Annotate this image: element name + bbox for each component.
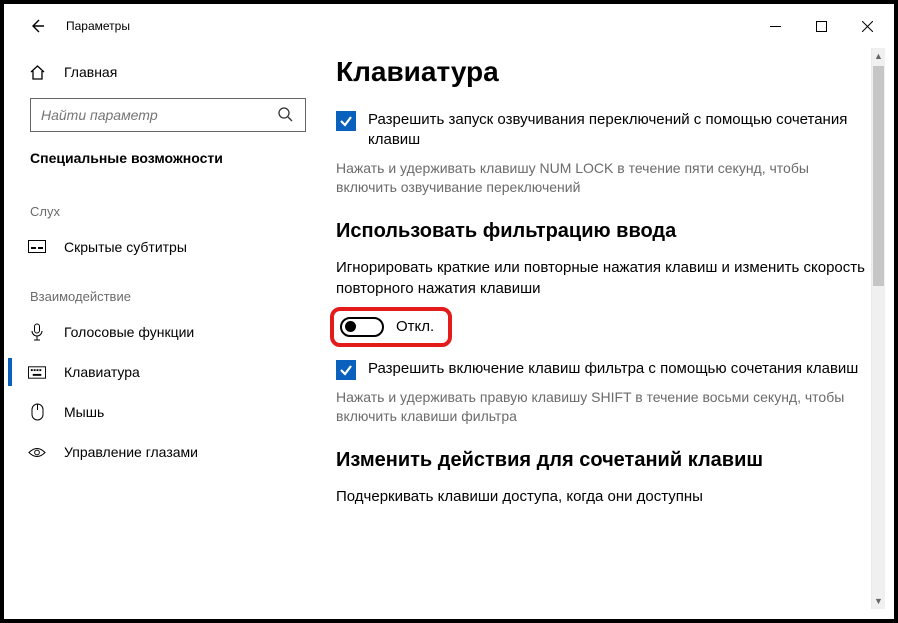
sidebar-item-label: Клавиатура (64, 364, 140, 380)
page-title: Клавиатура (336, 56, 872, 88)
checkbox-checked-icon (336, 360, 356, 380)
checkbox-checked-icon (336, 111, 356, 131)
maximize-button[interactable] (798, 10, 844, 42)
content-area: Клавиатура Разрешить запуск озвучивания … (328, 44, 890, 615)
window-title: Параметры (66, 19, 130, 33)
eye-icon (28, 443, 46, 461)
sidebar-item-eye[interactable]: Управление глазами (8, 432, 328, 472)
arrow-left-icon (28, 17, 46, 35)
sidebar-item-captions[interactable]: Скрытые субтитры (8, 227, 328, 267)
section-filter-title: Использовать фильтрацию ввода (336, 220, 872, 243)
checkbox-label: Разрешить запуск озвучивания переключени… (368, 110, 872, 151)
shortcuts-text: Подчеркивать клавиши доступа, когда они … (336, 486, 872, 507)
mouse-icon (28, 403, 46, 421)
checkbox-description: Нажать и удерживать клавишу NUM LOCK в т… (336, 159, 872, 198)
checkbox-description: Нажать и удерживать правую клавишу SHIFT… (336, 388, 872, 427)
sidebar-item-label: Скрытые субтитры (64, 239, 187, 255)
checkbox-label: Разрешить включение клавиш фильтра с пом… (368, 359, 858, 379)
section-shortcuts-title: Изменить действия для сочетаний клавиш (336, 449, 872, 472)
search-input[interactable] (41, 107, 277, 123)
sidebar-item-label: Мышь (64, 404, 104, 420)
sidebar-home[interactable]: Главная (8, 52, 328, 92)
filter-description: Игнорировать краткие или повторные нажат… (336, 257, 872, 299)
search-box[interactable] (30, 98, 306, 132)
toggle-knob (345, 321, 356, 332)
sidebar-item-label: Управление глазами (64, 444, 198, 460)
sidebar-item-mouse[interactable]: Мышь (8, 392, 328, 432)
sidebar-category: Специальные возможности (8, 150, 328, 166)
sidebar-item-keyboard[interactable]: Клавиатура (8, 352, 328, 392)
scroll-down-arrow[interactable]: ▼ (872, 593, 885, 609)
sidebar-item-label: Голосовые функции (64, 324, 194, 340)
home-icon (28, 63, 46, 81)
toggle-state-label: Откл. (396, 318, 434, 335)
close-button[interactable] (844, 10, 890, 42)
highlight-annotation: Откл. (330, 307, 452, 347)
titlebar: Параметры (8, 8, 890, 44)
sidebar-item-speech[interactable]: Голосовые функции (8, 312, 328, 352)
sidebar-group-interaction: Взаимодействие (8, 289, 328, 304)
sidebar-home-label: Главная (64, 64, 117, 80)
microphone-icon (28, 323, 46, 341)
scrollbar-thumb[interactable] (873, 66, 884, 286)
back-button[interactable] (22, 11, 52, 41)
filter-toggle[interactable] (340, 317, 384, 337)
checkbox-narration-shortcut[interactable]: Разрешить запуск озвучивания переключени… (336, 110, 872, 151)
minimize-button[interactable] (752, 10, 798, 42)
sidebar: Главная Специальные возможности Слух Скр… (8, 44, 328, 615)
search-icon (277, 106, 295, 124)
vertical-scrollbar[interactable]: ▲ ▼ (871, 48, 885, 609)
scroll-up-arrow[interactable]: ▲ (872, 48, 885, 64)
checkbox-filter-shortcut[interactable]: Разрешить включение клавиш фильтра с пом… (336, 359, 872, 380)
sidebar-group-hearing: Слух (8, 204, 328, 219)
captions-icon (28, 238, 46, 256)
keyboard-icon (28, 363, 46, 381)
